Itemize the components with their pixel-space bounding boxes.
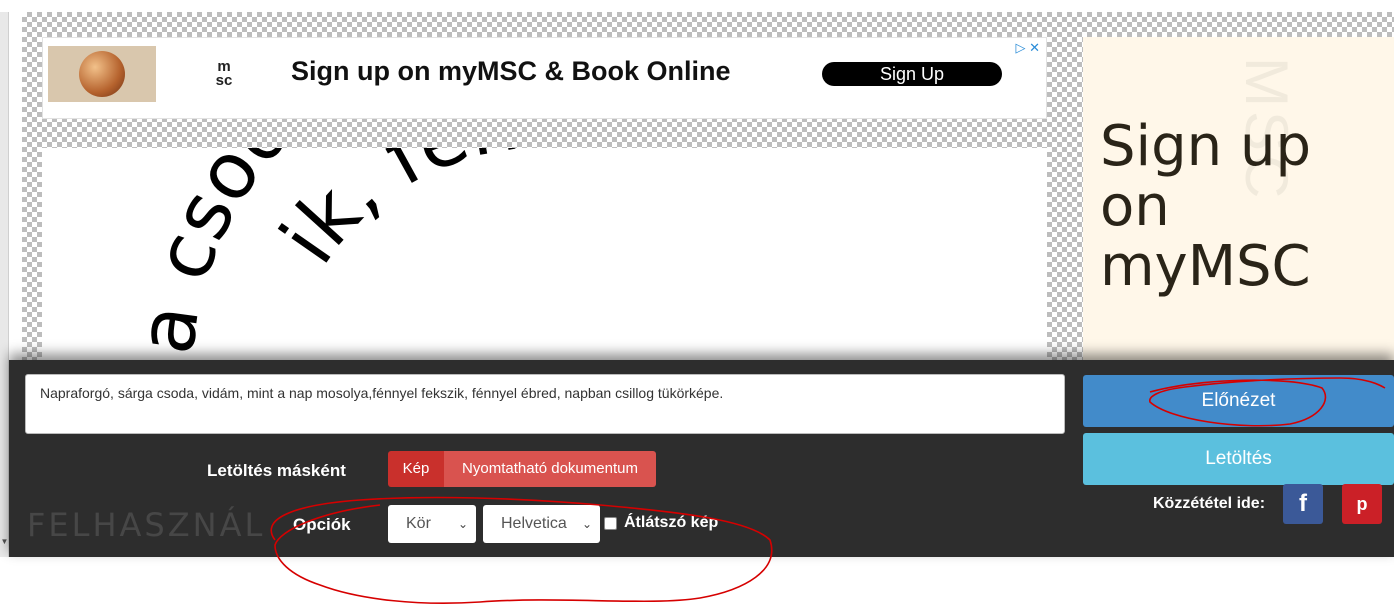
- transparent-checkbox[interactable]: [604, 517, 617, 530]
- shape-select-value: Kör: [406, 515, 431, 532]
- ad-globe-image: [48, 46, 156, 102]
- arc-text-svg: a csoda, vidá ik, fén: [121, 148, 536, 359]
- arc-text-inner: ik, fén: [264, 148, 525, 279]
- side-ad-line3: myMSC: [1100, 234, 1311, 299]
- transparent-label: Átlátszó kép: [624, 514, 719, 531]
- page-scrollbar[interactable]: ▼: [0, 12, 9, 557]
- side-ad[interactable]: MSC Sign up on myMSC: [1083, 37, 1394, 367]
- format-image-button[interactable]: Kép: [388, 451, 444, 487]
- text-input[interactable]: Napraforgó, sárga csoda, vidám, mint a n…: [25, 374, 1065, 434]
- ad-choices-icon[interactable]: ▷ ✕: [1015, 40, 1040, 56]
- side-ad-line2: on: [1100, 174, 1170, 239]
- facebook-share-icon[interactable]: f: [1283, 484, 1323, 524]
- ad-banner[interactable]: m sc Sign up on myMSC & Book Online Sign…: [42, 37, 1047, 119]
- chevron-down-icon: ⌄: [581, 517, 592, 531]
- editor-toolbar: Napraforgó, sárga csoda, vidám, mint a n…: [9, 360, 1394, 557]
- side-ad-line1: Sign up: [1100, 114, 1311, 179]
- top-border: [0, 0, 1394, 12]
- msc-logo: m sc: [215, 58, 233, 89]
- scroll-down-arrow-icon[interactable]: ▼: [0, 535, 9, 549]
- preview-button[interactable]: Előnézet: [1083, 375, 1394, 427]
- preview-canvas: a csoda, vidá ik, fén: [42, 148, 1047, 360]
- pinterest-share-icon[interactable]: p: [1342, 484, 1382, 524]
- user-watermark: FELHASZNÁL: [27, 506, 266, 544]
- download-button[interactable]: Letöltés: [1083, 433, 1394, 485]
- ad-signup-button[interactable]: Sign Up: [822, 62, 1002, 86]
- side-ad-headline: Sign up on myMSC: [1100, 117, 1311, 297]
- share-label: Közzététel ide:: [1153, 495, 1266, 512]
- font-select[interactable]: Helvetica ⌄: [483, 505, 600, 543]
- shape-select[interactable]: Kör ⌄: [388, 505, 476, 543]
- ad-headline: Sign up on myMSC & Book Online: [291, 56, 731, 86]
- font-select-value: Helvetica: [501, 515, 567, 532]
- download-as-label: Letöltés másként: [207, 461, 346, 480]
- format-printable-button[interactable]: Nyomtatható dokumentum: [444, 451, 656, 487]
- options-label: Opciók: [293, 515, 351, 534]
- chevron-down-icon: ⌄: [457, 517, 468, 531]
